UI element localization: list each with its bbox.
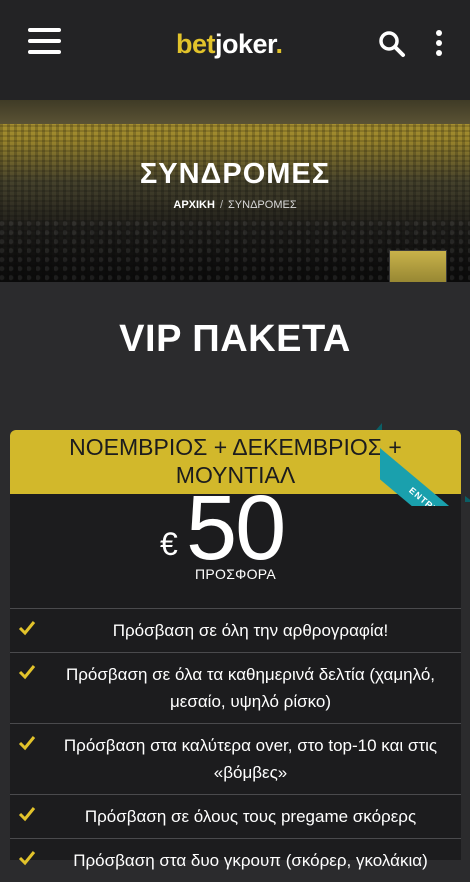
section-title: VIP ΠΑΚΕΤΑ [119,318,351,360]
feature-item: Πρόσβαση στα δυο γκρουπ (σκόρερ, γκολάκι… [10,838,461,882]
hero-banner [0,100,470,282]
logo-suffix: joker [215,29,276,59]
breadcrumb: ΑΡΧΙΚΗ / ΣΥΝΔΡΟΜΕΣ [0,199,470,211]
page-title: ΣΥΝΔΡΟΜΕΣ [139,158,331,190]
feature-item: Πρόσβαση σε όλα τα καθημερινά δελτία (χα… [10,652,461,723]
price-label: ΠΡΟΣΦΟΡΑ [194,566,277,582]
stadium-roof [0,100,470,124]
check-icon [18,736,36,751]
top-header: betjoker. [0,0,470,100]
price-amount: 50 [186,477,286,579]
breadcrumb-separator: / [219,199,223,211]
price-currency: € [160,526,178,562]
check-icon [18,665,36,680]
breadcrumb-home-link[interactable]: ΑΡΧΙΚΗ [173,199,215,211]
feature-text: Πρόσβαση σε όλα τα καθημερινά δελτία (χα… [65,665,436,711]
check-icon [18,851,36,866]
breadcrumb-current: ΣΥΝΔΡΟΜΕΣ [228,199,297,211]
feature-text: Πρόσβαση σε όλους τους pregame σκόρερς [84,807,417,826]
search-icon[interactable] [378,30,406,58]
feature-item: Πρόσβαση στα καλύτερα over, στο top-10 κ… [10,723,461,794]
entry-ribbon: ENTRY [380,423,470,506]
feature-text: Πρόσβαση στα καλύτερα over, στο top-10 κ… [63,736,438,782]
check-icon [18,807,36,822]
kebab-menu-icon[interactable] [430,28,448,58]
logo-prefix: bet [176,29,216,59]
feature-list: Πρόσβαση σε όλη την αρθρογραφία! Πρόσβασ… [10,608,461,882]
feature-item: Πρόσβαση σε όλη την αρθρογραφία! [10,608,461,652]
package-card[interactable]: ΝΟΕΜΒΡΙΟΣ + ΔΕΚΕΜΒΡΙΟΣ + ΜΟΥΝΤΙΑΛ ENTRY … [10,423,470,870]
feature-item: Πρόσβαση σε όλους τους pregame σκόρερς [10,794,461,838]
logo-dot: . [275,29,284,59]
hamburger-menu-icon[interactable] [28,28,61,54]
feature-text: Πρόσβαση σε όλη την αρθρογραφία! [112,621,389,640]
check-icon [18,621,36,636]
ribbon-label: ENTRY [380,443,470,506]
stadium-screen [389,250,447,282]
logo[interactable]: betjoker. [176,29,283,63]
feature-text: Πρόσβαση στα δυο γκρουπ (σκόρερ, γκολάκι… [73,851,428,870]
